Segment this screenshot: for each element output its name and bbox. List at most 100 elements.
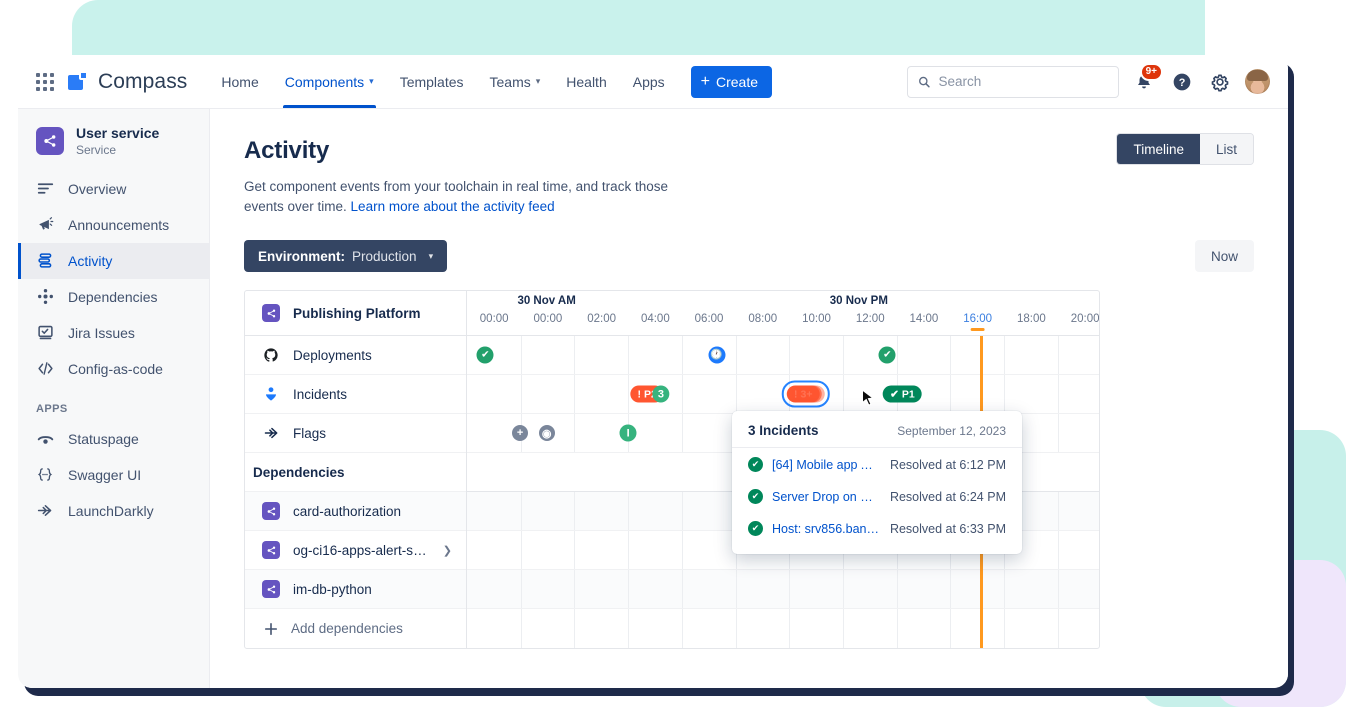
grid-row-im-db-python[interactable] <box>467 570 1099 609</box>
tooltip-incident-row[interactable]: ✔ Server Drop on Banc.ly Fr... Resolved … <box>732 480 1022 512</box>
launchdarkly-icon <box>261 425 281 441</box>
component-icon <box>261 502 281 520</box>
tooltip-incident-status: Resolved at 6:33 PM <box>890 522 1006 536</box>
grid-row-incidents[interactable]: 3 ! P2 <box>467 375 1099 414</box>
timeline-row-deployments[interactable]: Deployments <box>245 336 466 375</box>
sidebar-item-statuspage[interactable]: Statuspage <box>18 421 209 457</box>
sidebar-service-header[interactable]: User service Service <box>18 125 209 171</box>
tab-timeline[interactable]: Timeline <box>1117 134 1200 164</box>
timeline-component-name: Publishing Platform <box>293 306 421 321</box>
marker-deployment-success[interactable]: ✔ <box>879 347 896 364</box>
activity-timeline: Publishing Platform Deployments <box>244 290 1100 649</box>
nav-item-health[interactable]: Health <box>554 55 618 108</box>
axis-tick: 18:00 <box>1017 313 1046 325</box>
launchdarkly-icon <box>36 502 54 519</box>
app-switcher-icon[interactable] <box>32 69 58 95</box>
sidebar-item-activity-label: Activity <box>68 253 112 269</box>
sidebar-item-overview[interactable]: Overview <box>18 171 209 207</box>
marker-flag-target[interactable]: ◉ <box>539 425 555 441</box>
timeline-row-flags[interactable]: Flags <box>245 414 466 453</box>
grid-row-add-dependencies <box>467 609 1099 648</box>
chevron-down-icon: ▾ <box>536 76 541 87</box>
tooltip-incident-name[interactable]: Host: srv856.bancly.com... <box>772 522 881 536</box>
add-dependencies-button[interactable]: Add dependencies <box>245 609 466 648</box>
tab-list[interactable]: List <box>1200 134 1253 164</box>
statuspage-icon <box>36 430 54 447</box>
timeline-axis-ticks: 00:00 00:00 02:00 04:00 06:00 08:00 10:0… <box>467 313 1099 331</box>
sidebar-item-config-as-code[interactable]: Config-as-code <box>18 351 209 387</box>
search-input[interactable] <box>938 74 1108 89</box>
axis-tick: 14:00 <box>910 313 939 325</box>
axis-tick: 12:00 <box>856 313 885 325</box>
timeline-row-labels: Publishing Platform Deployments <box>245 291 467 648</box>
check-circle-icon: ✔ <box>748 457 763 472</box>
swagger-icon <box>36 466 54 483</box>
settings-gear-icon[interactable] <box>1207 69 1233 95</box>
dependency-row-og-ci16-apps-alert-ser[interactable]: og-ci16-apps-alert-ser... ❯ <box>245 531 466 570</box>
grid-row-deployments[interactable]: ✔ 🕐 ✔ <box>467 336 1099 375</box>
now-button[interactable]: Now <box>1195 240 1254 272</box>
main-inner: Activity Get component events from your … <box>210 137 1288 649</box>
tooltip-incident-name[interactable]: Server Drop on Banc.ly Fr... <box>772 490 881 504</box>
marker-incident-p1-resolved[interactable]: ✔ P1 <box>883 386 922 403</box>
sidebar-item-dependencies[interactable]: Dependencies <box>18 279 209 315</box>
axis-tick: 02:00 <box>587 313 616 325</box>
main-content: Activity Get component events from your … <box>210 109 1288 688</box>
dependency-row-im-db-python[interactable]: im-db-python <box>245 570 466 609</box>
view-toggle: Timeline List <box>1116 133 1254 165</box>
gear-glyph <box>1210 72 1230 92</box>
nav-item-components[interactable]: Components ▾ <box>273 55 386 108</box>
axis-tick: 08:00 <box>748 313 777 325</box>
notification-bell-icon[interactable]: 9+ <box>1131 69 1157 95</box>
timeline-component-header[interactable]: Publishing Platform <box>245 291 466 336</box>
megaphone-icon <box>36 216 54 233</box>
axis-tick: 00:00 <box>480 313 509 325</box>
sidebar-item-swagger-ui[interactable]: Swagger UI <box>18 457 209 493</box>
nav-item-templates[interactable]: Templates <box>388 55 476 108</box>
sidebar-item-launchdarkly[interactable]: LaunchDarkly <box>18 493 209 529</box>
sidebar-item-overview-label: Overview <box>68 181 126 197</box>
marker-flag-created[interactable]: + <box>512 425 528 441</box>
tooltip-header: 3 Incidents September 12, 2023 <box>732 423 1022 448</box>
sidebar-item-jira-issues[interactable]: Jira Issues <box>18 315 209 351</box>
service-name: User service <box>76 125 159 143</box>
chevron-down-icon: ▾ <box>369 76 374 87</box>
component-icon <box>261 304 281 322</box>
plus-circle-icon: + <box>512 425 528 441</box>
search-box[interactable] <box>907 66 1119 98</box>
avatar[interactable] <box>1245 69 1270 94</box>
nav-item-home[interactable]: Home <box>209 55 270 108</box>
marker-deployment-pending[interactable]: 🕐 <box>708 347 725 364</box>
timeline-row-incidents-label: Incidents <box>293 387 347 402</box>
marker-incident-p2[interactable]: 3 ! P2 <box>630 386 663 403</box>
marker-flag-info[interactable]: I <box>620 425 637 442</box>
incident-resolved-pill: ✔ P1 <box>883 386 922 403</box>
sidebar-item-config-as-code-label: Config-as-code <box>68 361 163 377</box>
chevron-right-icon[interactable]: ❯ <box>443 544 452 557</box>
tooltip-incident-row[interactable]: ✔ Host: srv856.bancly.com... Resolved at… <box>732 512 1022 544</box>
nav-item-teams[interactable]: Teams ▾ <box>478 55 553 108</box>
marker-deployment-success[interactable]: ✔ <box>477 347 494 364</box>
component-badge-icon <box>262 304 280 322</box>
incident-tooltip-popup[interactable]: 3 Incidents September 12, 2023 ✔ [64] Mo… <box>732 411 1022 554</box>
jira-issues-icon <box>36 324 54 341</box>
tooltip-incident-status: Resolved at 6:24 PM <box>890 490 1006 504</box>
compass-logo[interactable]: Compass <box>68 70 187 94</box>
dependency-row-card-authorization[interactable]: card-authorization <box>245 492 466 531</box>
share-nodes-glyph <box>42 133 58 149</box>
check-circle-icon: ✔ <box>748 489 763 504</box>
learn-more-link[interactable]: Learn more about the activity feed <box>351 199 555 214</box>
timeline-row-incidents[interactable]: Incidents <box>245 375 466 414</box>
marker-incident-cluster-selected[interactable]: ! 3+ <box>787 386 819 403</box>
dependencies-section-header: Dependencies <box>245 453 466 492</box>
sidebar-item-activity[interactable]: Activity <box>18 243 209 279</box>
check-circle-icon: ✔ <box>879 347 896 364</box>
environment-filter-button[interactable]: Environment: Production ▾ <box>244 240 447 272</box>
tooltip-incident-name[interactable]: [64] Mobile app API: Requ... <box>772 458 881 472</box>
nav-item-apps[interactable]: Apps <box>621 55 677 108</box>
help-icon[interactable]: ? <box>1169 69 1195 95</box>
code-icon <box>36 360 54 377</box>
tooltip-incident-row[interactable]: ✔ [64] Mobile app API: Requ... Resolved … <box>732 448 1022 480</box>
create-button[interactable]: + Create <box>691 66 772 98</box>
sidebar-item-announcements[interactable]: Announcements <box>18 207 209 243</box>
